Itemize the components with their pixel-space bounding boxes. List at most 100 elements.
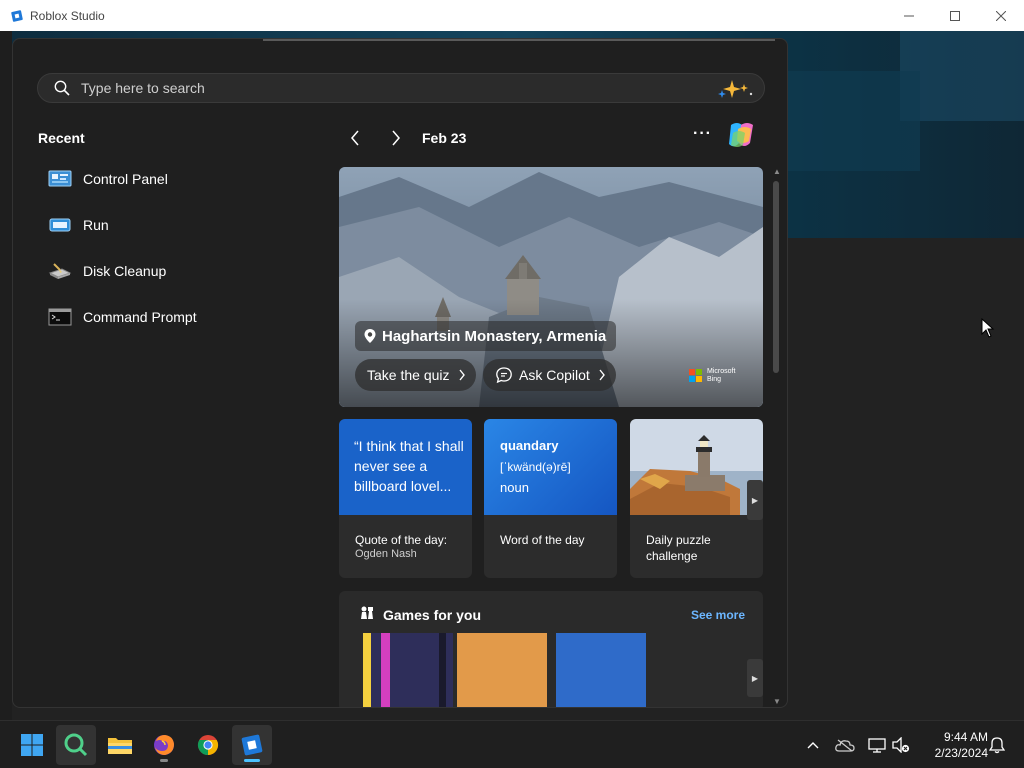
word-part-of-speech: noun xyxy=(500,480,529,495)
bell-icon xyxy=(989,737,1005,754)
control-panel-icon xyxy=(48,168,72,190)
minimize-icon xyxy=(904,15,914,16)
network-button[interactable] xyxy=(866,733,888,757)
feed-date: Feb 23 xyxy=(422,130,467,146)
recent-item-disk-cleanup[interactable]: Disk Cleanup xyxy=(48,257,166,285)
game-tile-stripe xyxy=(439,633,446,707)
chat-bubble-icon xyxy=(496,367,512,384)
background-shape xyxy=(780,71,920,171)
location-pin-icon xyxy=(364,329,376,343)
maximize-button[interactable] xyxy=(932,0,978,31)
scroll-thumb[interactable] xyxy=(773,181,779,373)
cards-next-button[interactable]: ▶ xyxy=(747,480,763,520)
daily-puzzle-card[interactable]: Daily puzzle challenge xyxy=(630,419,763,578)
puzzle-caption-line1: Daily puzzle xyxy=(646,533,711,547)
start-button[interactable] xyxy=(12,725,52,765)
previous-day-button[interactable] xyxy=(346,127,364,149)
word-card-banner: quandary [ˈkwänd(ə)rē] noun xyxy=(484,419,617,515)
scroll-down-icon[interactable]: ▼ xyxy=(771,697,783,707)
next-day-button[interactable] xyxy=(387,127,405,149)
more-options-button[interactable]: ··· xyxy=(693,125,715,147)
games-title: Games for you xyxy=(383,607,482,623)
see-more-link[interactable]: See more xyxy=(691,608,745,622)
copilot-logo-icon[interactable] xyxy=(725,119,759,151)
hero-location-label[interactable]: Haghartsin Monastery, Armenia xyxy=(355,321,617,351)
roblox-studio-icon xyxy=(11,9,23,22)
game-tile[interactable] xyxy=(457,633,547,707)
window-controls xyxy=(886,0,1024,31)
network-icon xyxy=(868,738,886,753)
recent-item-run[interactable]: Run xyxy=(48,211,109,239)
minimize-button[interactable] xyxy=(886,0,932,31)
show-hidden-icons-button[interactable] xyxy=(802,733,824,757)
start-menu: Type here to search Recent Control Panel… xyxy=(12,38,788,708)
word-of-the-day-card[interactable]: quandary [ˈkwänd(ə)rē] noun Word of the … xyxy=(484,419,617,578)
command-prompt-icon xyxy=(48,306,72,328)
scroll-up-icon[interactable]: ▲ xyxy=(771,167,783,177)
roblox-studio-icon xyxy=(241,734,263,756)
window-title: Roblox Studio xyxy=(30,8,105,23)
word-text: quandary xyxy=(500,438,559,453)
bing-label-line2: Bing xyxy=(707,376,722,383)
file-explorer-button[interactable] xyxy=(100,725,140,765)
title-bar[interactable]: Roblox Studio xyxy=(0,0,1024,31)
recent-heading: Recent xyxy=(38,130,85,146)
quote-text: “I think that I shall never see a billbo… xyxy=(354,438,464,494)
game-tile[interactable] xyxy=(363,633,453,707)
search-icon xyxy=(54,80,70,96)
taskbar-clock[interactable]: 9:44 AM 2/23/2024 xyxy=(918,729,988,761)
search-app-icon xyxy=(64,733,88,757)
feed-scrollbar[interactable]: ▲ ▼ xyxy=(771,167,785,707)
recent-item-label: Command Prompt xyxy=(83,309,197,325)
run-icon xyxy=(48,214,72,236)
taskbar-search-button[interactable] xyxy=(56,725,96,765)
ask-copilot-label: Ask Copilot xyxy=(519,367,590,383)
clock-date: 2/23/2024 xyxy=(934,746,988,760)
bing-label-line1: Microsoft xyxy=(707,368,736,375)
game-tile[interactable] xyxy=(556,633,646,707)
close-icon xyxy=(996,10,1006,21)
word-caption: Word of the day xyxy=(500,533,585,547)
chevron-up-icon xyxy=(807,742,819,749)
search-placeholder: Type here to search xyxy=(81,80,205,96)
lighthouse-image xyxy=(630,419,763,515)
take-quiz-button[interactable]: Take the quiz xyxy=(355,359,476,391)
notifications-button[interactable] xyxy=(986,733,1008,757)
puzzle-caption: Daily puzzle challenge xyxy=(646,532,711,564)
close-button[interactable] xyxy=(978,0,1024,31)
games-next-button[interactable]: ▶ xyxy=(747,659,763,697)
chess-pieces-icon xyxy=(361,606,373,619)
take-quiz-label: Take the quiz xyxy=(367,367,450,383)
maximize-icon xyxy=(950,10,960,21)
chevron-right-icon xyxy=(599,369,605,381)
active-indicator xyxy=(244,759,260,762)
mouse-cursor-icon xyxy=(981,318,995,338)
ask-copilot-button[interactable]: Ask Copilot xyxy=(483,359,616,391)
onedrive-cloud-icon xyxy=(835,739,855,752)
volume-button[interactable] xyxy=(890,733,912,757)
microsoft-bing-logo: Microsoft Bing xyxy=(689,368,735,384)
recent-item-command-prompt[interactable]: Command Prompt xyxy=(48,303,197,331)
hero-location-text: Haghartsin Monastery, Armenia xyxy=(382,327,607,345)
hero-image-card[interactable]: Haghartsin Monastery, Armenia Take the q… xyxy=(339,167,763,407)
clock-time: 9:44 AM xyxy=(943,730,988,744)
search-input[interactable]: Type here to search xyxy=(37,73,765,103)
disk-cleanup-icon xyxy=(48,260,72,282)
quote-of-the-day-card[interactable]: “I think that I shall never see a billbo… xyxy=(339,419,472,578)
recent-item-control-panel[interactable]: Control Panel xyxy=(48,165,168,193)
firefox-icon xyxy=(154,735,174,755)
volume-muted-icon xyxy=(892,737,910,753)
firefox-button[interactable] xyxy=(144,725,184,765)
recent-item-label: Run xyxy=(83,217,109,233)
file-explorer-icon xyxy=(108,738,132,754)
chrome-button[interactable] xyxy=(188,725,228,765)
onedrive-button[interactable] xyxy=(834,733,856,757)
quote-card-banner: “I think that I shall never see a billbo… xyxy=(339,419,472,515)
roblox-studio-taskbar-button[interactable] xyxy=(232,725,272,765)
chevron-right-icon xyxy=(392,130,400,146)
chrome-icon xyxy=(197,735,219,756)
copilot-sparkle-icon[interactable] xyxy=(714,78,754,100)
quote-author: Ogden Nash xyxy=(355,548,417,560)
chevron-left-icon xyxy=(351,130,359,146)
taskbar: 9:44 AM 2/23/2024 xyxy=(0,720,1024,768)
